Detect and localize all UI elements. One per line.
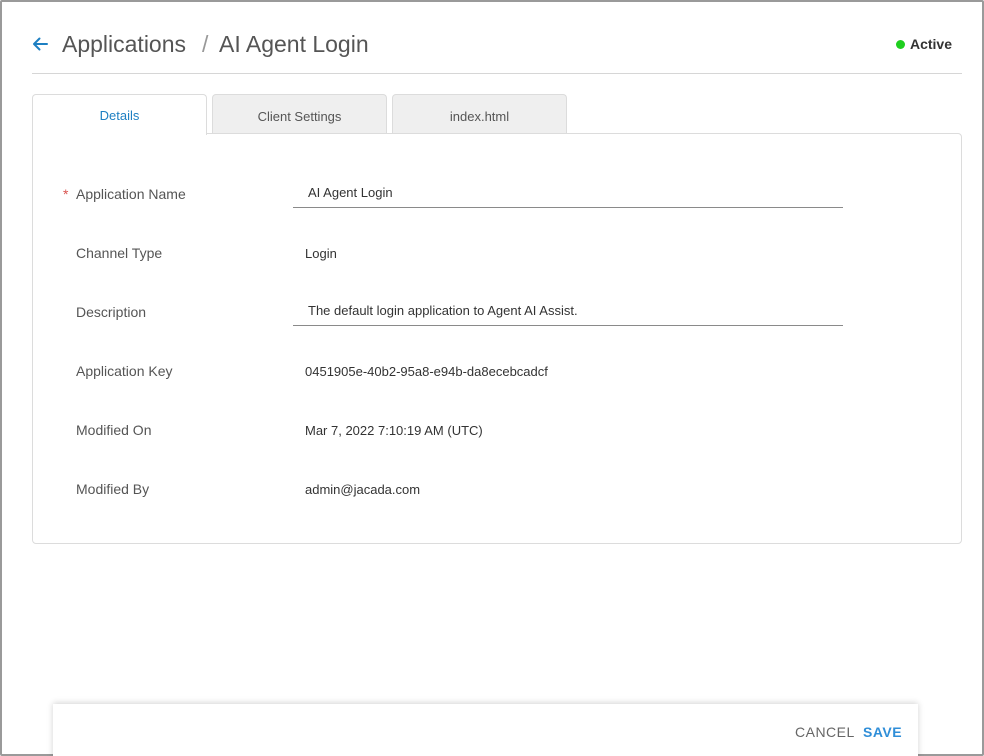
page-header: Applications / AI Agent Login Active — [32, 28, 962, 74]
breadcrumb-separator: / — [202, 31, 209, 57]
application-key-value: 0451905e-40b2-95a8-e94b-da8ecebcadcf — [305, 364, 548, 379]
channel-type-value: Login — [305, 246, 337, 261]
tab-index-html[interactable]: index.html — [392, 94, 567, 134]
status-badge: Active — [895, 36, 952, 52]
application-name-label: Application Name — [76, 186, 186, 202]
cancel-button[interactable]: CANCEL — [795, 724, 855, 740]
modified-by-row: Modified By admin@jacada.com — [33, 481, 961, 521]
application-name-row: * Application Name — [33, 178, 961, 226]
tab-client-settings[interactable]: Client Settings — [212, 94, 387, 134]
arrow-left-icon[interactable] — [32, 36, 48, 52]
modified-on-row: Modified On Mar 7, 2022 7:10:19 AM (UTC) — [33, 422, 961, 462]
description-input[interactable] — [293, 296, 843, 326]
application-key-row: Application Key 0451905e-40b2-95a8-e94b-… — [33, 363, 961, 403]
modified-by-value: admin@jacada.com — [305, 482, 421, 497]
application-name-input[interactable] — [293, 178, 843, 208]
description-label: Description — [76, 304, 147, 320]
tab-details[interactable]: Details — [32, 94, 207, 135]
details-panel: * Application Name Channel Type Login De… — [32, 133, 962, 544]
channel-type-label: Channel Type — [76, 245, 163, 261]
channel-type-row: Channel Type Login — [33, 245, 961, 285]
status-dot-icon — [895, 39, 905, 49]
action-footer: CANCEL SAVE — [53, 704, 918, 756]
page-title: AI Agent Login — [219, 31, 369, 57]
breadcrumb-applications-link[interactable]: Applications — [62, 31, 186, 58]
application-key-label: Application Key — [76, 363, 173, 379]
modified-on-value: Mar 7, 2022 7:10:19 AM (UTC) — [305, 423, 483, 438]
description-row: Description — [33, 296, 961, 344]
save-button[interactable]: SAVE — [863, 724, 902, 740]
modified-by-label: Modified By — [76, 481, 150, 497]
required-marker: * — [63, 186, 69, 202]
status-label: Active — [909, 36, 952, 52]
modified-on-label: Modified On — [76, 422, 152, 438]
